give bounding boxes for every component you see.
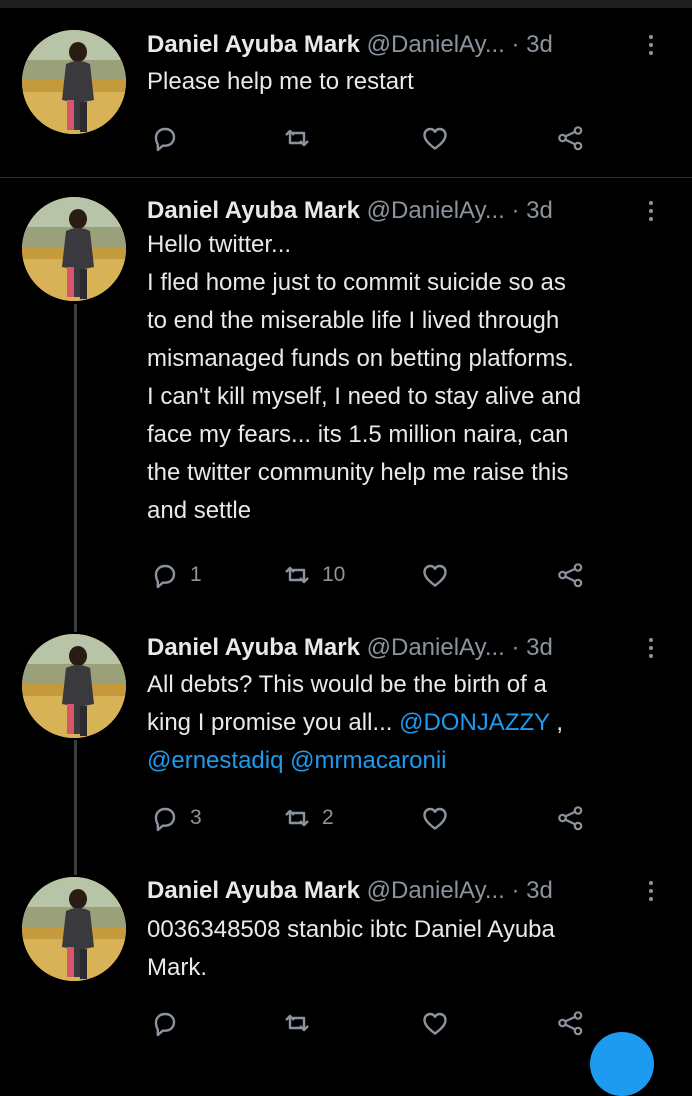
avatar[interactable] (22, 634, 126, 738)
mention-link[interactable]: @DONJAZZY (399, 709, 550, 736)
tweet-line: to end the miserable life I lived throug… (147, 307, 560, 334)
retweet-count: 10 (322, 563, 346, 586)
tweet-line: the twitter community help me raise this (147, 459, 569, 486)
tweet-header: Daniel Ayuba Mark @DanielAy... · 3d (147, 30, 553, 60)
more-icon[interactable] (646, 881, 656, 905)
tweet-actions: 1 10 (0, 557, 692, 593)
share-icon (558, 126, 583, 151)
author-handle[interactable]: @DanielAy... (367, 31, 505, 58)
reply-icon (154, 807, 176, 832)
author-name[interactable]: Daniel Ayuba Mark (147, 877, 360, 904)
tweet-line: 0036348508 stanbic ibtc Daniel Ayuba (147, 916, 555, 943)
tweet-line: All debts? This would be the birth of a (147, 671, 547, 698)
share-icon (558, 806, 583, 831)
tweet-text: Please help me to restart (147, 63, 677, 101)
timestamp[interactable]: · 3d (512, 634, 553, 661)
retweet-button[interactable] (282, 120, 322, 156)
tweet-actions (0, 1005, 692, 1041)
author-name[interactable]: Daniel Ayuba Mark (147, 197, 360, 224)
heart-icon (423, 1012, 447, 1035)
compose-button[interactable] (590, 1032, 654, 1096)
tweet-text: Hello twitter... I fled home just to com… (147, 226, 677, 530)
retweet-button[interactable] (282, 1005, 322, 1041)
tweet-header: Daniel Ayuba Mark @DanielAy... · 3d (147, 876, 553, 906)
retweet-icon (284, 1014, 310, 1032)
tweet-line: king I promise you all... @DONJAZZY , (147, 704, 677, 742)
like-button[interactable] (420, 800, 460, 836)
tweet-line: face my fears... its 1.5 million naira, … (147, 421, 569, 448)
retweet-button[interactable]: 10 (282, 557, 345, 593)
heart-icon (423, 127, 447, 150)
author-name[interactable]: Daniel Ayuba Mark (147, 31, 360, 58)
share-button[interactable] (555, 120, 585, 156)
heart-icon (423, 564, 447, 587)
reply-icon (154, 127, 176, 152)
more-icon[interactable] (646, 201, 656, 225)
tweet-line: I fled home just to commit suicide so as (147, 269, 566, 296)
author-handle[interactable]: @DanielAy... (367, 634, 505, 661)
share-button[interactable] (555, 557, 585, 593)
tweet-line: Mark. (147, 954, 207, 981)
timestamp[interactable]: · 3d (512, 31, 553, 58)
like-button[interactable] (420, 120, 460, 156)
reply-count: 1 (190, 563, 202, 586)
share-icon (558, 563, 583, 588)
author-name[interactable]: Daniel Ayuba Mark (147, 634, 360, 661)
share-icon (558, 1011, 583, 1036)
retweet-icon (284, 809, 310, 827)
tweet-actions: 3 2 (0, 800, 692, 836)
retweet-icon (284, 129, 310, 147)
tweet-line: mismanaged funds on betting platforms. (147, 345, 574, 372)
retweet-count: 2 (322, 806, 334, 829)
reply-button[interactable]: 1 (150, 557, 202, 593)
tweet-line: Please help me to restart (147, 68, 414, 95)
retweet-icon (284, 566, 310, 584)
top-bar (0, 0, 692, 8)
share-button[interactable] (555, 800, 585, 836)
reply-button[interactable]: 3 (150, 800, 202, 836)
mention-link[interactable]: @ernestadiq (147, 747, 283, 774)
reply-icon (154, 564, 176, 589)
tweet-line: @ernestadiq @mrmacaronii (147, 742, 677, 780)
tweet-header: Daniel Ayuba Mark @DanielAy... · 3d (147, 633, 553, 663)
tweet-line: Hello twitter... (147, 231, 292, 258)
author-handle[interactable]: @DanielAy... (367, 877, 505, 904)
reply-count: 3 (190, 806, 202, 829)
tweet-header: Daniel Ayuba Mark @DanielAy... · 3d (147, 196, 553, 226)
more-icon[interactable] (646, 35, 656, 59)
avatar[interactable] (22, 877, 126, 981)
reply-button[interactable] (150, 1005, 190, 1041)
tweet-line-text: king I promise you all... (147, 709, 400, 736)
tweet-actions (0, 120, 692, 156)
timestamp[interactable]: · 3d (512, 197, 553, 224)
like-button[interactable] (420, 1005, 460, 1041)
timestamp[interactable]: · 3d (512, 877, 553, 904)
more-icon[interactable] (646, 638, 656, 662)
like-button[interactable] (420, 557, 460, 593)
author-handle[interactable]: @DanielAy... (367, 197, 505, 224)
avatar[interactable] (22, 197, 126, 301)
mention-link[interactable]: @mrmacaronii (290, 747, 446, 774)
reply-button[interactable] (150, 120, 190, 156)
tweet-line: and settle (147, 497, 252, 524)
tweet-text: All debts? This would be the birth of a … (147, 666, 677, 780)
retweet-button[interactable]: 2 (282, 800, 334, 836)
tweet-line: I can't kill myself, I need to stay aliv… (147, 383, 582, 410)
share-button[interactable] (555, 1005, 585, 1041)
tweet-text: 0036348508 stanbic ibtc Daniel Ayuba Mar… (147, 911, 677, 987)
tweet-line-text: , (549, 709, 564, 736)
avatar[interactable] (22, 30, 126, 134)
divider (0, 177, 692, 178)
heart-icon (423, 807, 447, 830)
reply-icon (154, 1012, 176, 1037)
